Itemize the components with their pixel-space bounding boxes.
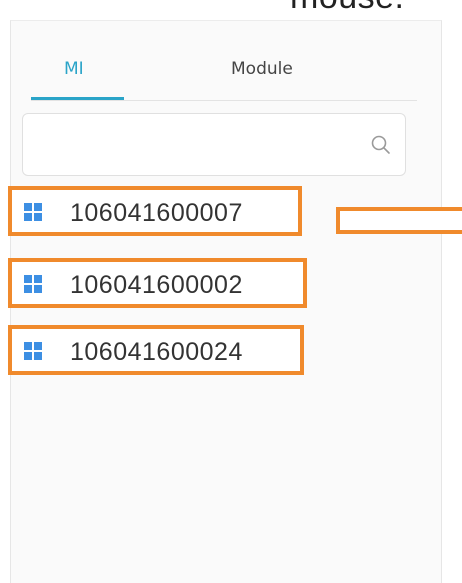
search-icon[interactable] <box>369 133 393 157</box>
tab-mi[interactable]: MI <box>64 59 84 79</box>
active-tab-indicator <box>31 97 124 100</box>
grid-icon <box>24 203 42 221</box>
annotation-marker <box>336 207 462 234</box>
list-item-106041600007[interactable]: 106041600007 <box>8 186 302 236</box>
search-box[interactable] <box>22 113 406 176</box>
grid-icon <box>24 275 42 293</box>
grid-icon <box>24 342 42 360</box>
caption-text: mouse. <box>290 0 405 17</box>
list-item-label: 106041600024 <box>70 338 243 366</box>
search-input[interactable] <box>23 114 343 175</box>
list-item-label: 106041600002 <box>70 271 243 299</box>
list-item-106041600002[interactable]: 106041600002 <box>8 258 307 308</box>
list-item-label: 106041600007 <box>70 199 243 227</box>
tab-bar: MI Module <box>31 21 417 101</box>
tab-module[interactable]: Module <box>231 59 293 79</box>
list-item-106041600024[interactable]: 106041600024 <box>8 325 304 375</box>
